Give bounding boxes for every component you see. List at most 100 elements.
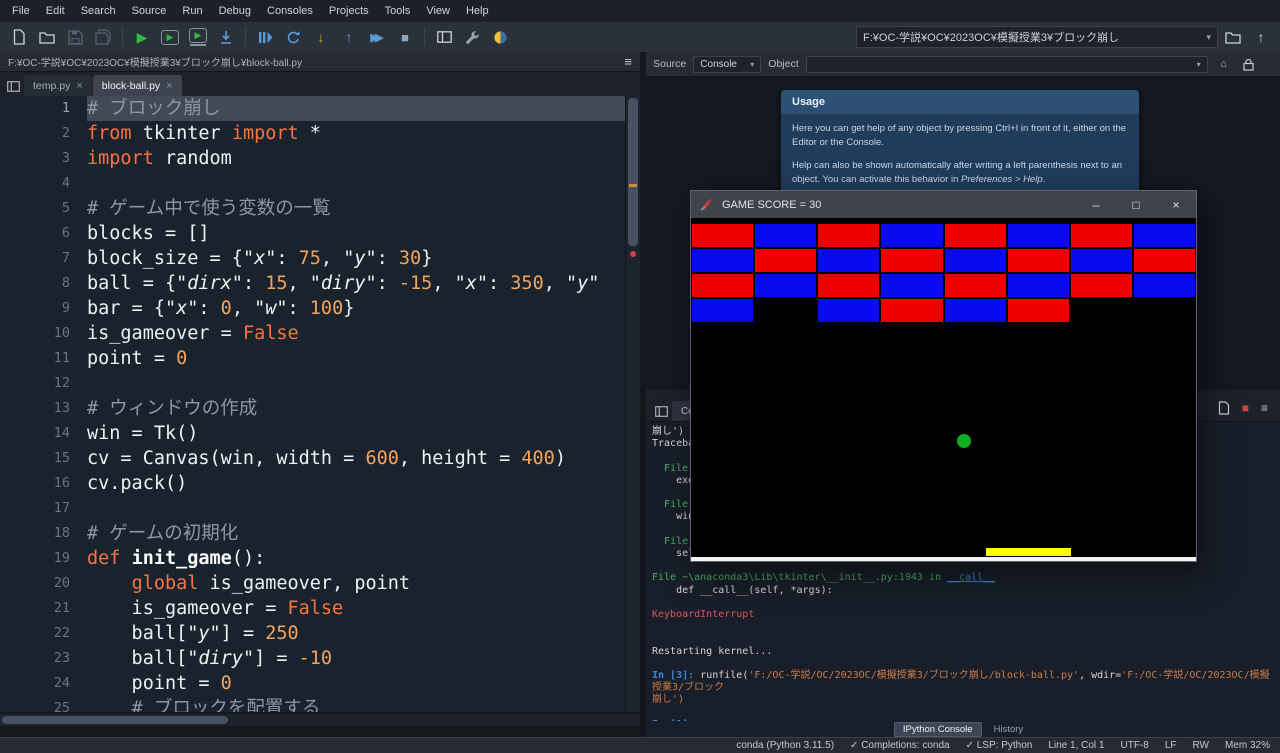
preferences-button[interactable] [459, 24, 485, 50]
close-button[interactable]: × [1156, 191, 1196, 218]
step-return-button[interactable]: ↑ [336, 24, 362, 50]
game-window[interactable]: GAME SCORE = 30 – □ × [690, 190, 1197, 562]
run-cell-advance-button[interactable]: ▶ [185, 24, 211, 50]
menu-source[interactable]: Source [124, 0, 175, 22]
browse-tabs-button[interactable] [2, 76, 24, 96]
console-line: Restarting kernel... [652, 646, 1274, 658]
game-titlebar[interactable]: GAME SCORE = 30 – □ × [691, 191, 1196, 218]
run-cell-button[interactable]: ▶ [157, 24, 183, 50]
code-line-21: 21 is_gameover = False [0, 596, 626, 621]
console-options-menu-icon[interactable]: ≡ [1261, 402, 1268, 414]
home-button[interactable]: ⌂ [1215, 55, 1233, 73]
browse-tabs-button[interactable] [650, 401, 672, 421]
editor-tab-temp.py[interactable]: temp.py× [24, 75, 92, 96]
code-line-17: 17 [0, 496, 626, 521]
game-block [754, 223, 817, 248]
window-controls: – □ × [1076, 191, 1196, 218]
new-file-button[interactable] [6, 24, 32, 50]
editor-options-menu-icon[interactable]: ≡ [624, 54, 632, 69]
code-line-5: 5# ゲーム中で使う変数の一覧 [0, 196, 626, 221]
game-block [817, 248, 880, 273]
game-block [1133, 273, 1196, 298]
code-line-14: 14win = Tk() [0, 421, 626, 446]
code-line-10: 10is_gameover = False [0, 321, 626, 346]
game-block [754, 273, 817, 298]
scrollbar-thumb[interactable] [628, 98, 638, 246]
pythonpath-manager-button[interactable] [487, 24, 513, 50]
browse-tabs-icon [655, 406, 668, 417]
menu-file[interactable]: File [4, 0, 38, 22]
game-block [817, 223, 880, 248]
code-line-22: 22 ball["y"] = 250 [0, 621, 626, 646]
close-tab-icon[interactable]: × [166, 80, 172, 92]
pane-tab-ipython-console[interactable]: IPython Console [894, 722, 982, 737]
step-into-button[interactable]: ↓ [308, 24, 334, 50]
menu-projects[interactable]: Projects [321, 0, 377, 22]
code-editor[interactable]: 1# ブロック崩し2from tkinter import *3import r… [0, 96, 640, 712]
game-block [944, 273, 1007, 298]
run-cell-icon: ▶ [161, 30, 179, 45]
continue-button[interactable]: ▶▶ [364, 24, 390, 50]
game-canvas[interactable] [691, 218, 1196, 557]
browse-tabs-icon [7, 81, 20, 92]
help-source-combo[interactable]: Console ▾ [693, 56, 761, 73]
console-pane-tabs: IPython ConsoleHistory [646, 721, 1280, 737]
open-file-button[interactable] [34, 24, 60, 50]
stop-debug-button[interactable]: ■ [392, 24, 418, 50]
maximize-button[interactable]: □ [1116, 191, 1156, 218]
console-line: KeyboardInterrupt [652, 609, 1274, 621]
save-button[interactable] [62, 24, 88, 50]
editor-tabbar: temp.py×block-ball.py× [0, 72, 640, 96]
help-object-combo[interactable]: ▾ [806, 56, 1208, 73]
object-label: Object [768, 58, 798, 70]
scrollbar-thumb[interactable] [2, 716, 228, 724]
editor-vertical-scrollbar[interactable] [625, 96, 640, 712]
warning-marker [629, 184, 637, 187]
code-line-15: 15cv = Canvas(win, width = 600, height =… [0, 446, 626, 471]
code-line-19: 19def init_game(): [0, 546, 626, 571]
minimize-button[interactable]: – [1076, 191, 1116, 218]
new-file-icon [12, 29, 26, 45]
status-interpreter: conda (Python 3.11.5) [736, 740, 834, 751]
open-folder-icon [39, 31, 55, 44]
game-block [880, 248, 943, 273]
run-current-line-button[interactable] [280, 24, 306, 50]
save-all-button[interactable] [90, 24, 116, 50]
rerun-icon [286, 30, 301, 45]
run-selection-button[interactable] [213, 24, 239, 50]
console-toolbar: ■ ≡ [1218, 401, 1276, 421]
maximize-pane-button[interactable] [431, 24, 457, 50]
menu-help[interactable]: Help [458, 0, 497, 22]
parent-directory-button[interactable]: ↑ [1248, 24, 1274, 50]
lock-button[interactable] [1240, 55, 1258, 73]
run-file-button[interactable]: ▶ [129, 24, 155, 50]
close-tab-icon[interactable]: × [76, 80, 82, 92]
menu-tools[interactable]: Tools [377, 0, 419, 22]
save-icon [68, 30, 83, 45]
menu-consoles[interactable]: Consoles [259, 0, 321, 22]
python-icon [493, 30, 508, 45]
browse-directory-button[interactable] [1220, 24, 1246, 50]
interrupt-kernel-button[interactable]: ■ [1242, 402, 1249, 414]
new-console-button[interactable] [1218, 401, 1230, 415]
menu-run[interactable]: Run [174, 0, 210, 22]
up-arrow-icon: ↑ [1258, 29, 1265, 45]
game-block [944, 248, 1007, 273]
menu-view[interactable]: View [418, 0, 458, 22]
working-directory-combo[interactable]: F:¥OC-学説¥OC¥2023OC¥模擬授業3¥ブロック崩し ▾ [856, 26, 1218, 48]
help-header: Source Console ▾ Object ▾ ⌂ [646, 52, 1280, 77]
code-line-20: 20 global is_gameover, point [0, 571, 626, 596]
editor-tab-block-ball.py[interactable]: block-ball.py× [93, 75, 182, 96]
code-line-4: 4 [0, 171, 626, 196]
pane-tab-history[interactable]: History [985, 722, 1033, 737]
usage-paragraph-2: Help can also be shown automatically aft… [792, 159, 1128, 188]
menu-debug[interactable]: Debug [211, 0, 259, 22]
menu-edit[interactable]: Edit [38, 0, 73, 22]
menu-search[interactable]: Search [73, 0, 124, 22]
game-paddle [986, 548, 1071, 556]
error-marker [630, 251, 636, 257]
debug-file-button[interactable] [252, 24, 278, 50]
code-line-1: 1# ブロック崩し [0, 96, 626, 121]
editor-horizontal-scrollbar[interactable] [0, 714, 640, 726]
game-block [1070, 223, 1133, 248]
